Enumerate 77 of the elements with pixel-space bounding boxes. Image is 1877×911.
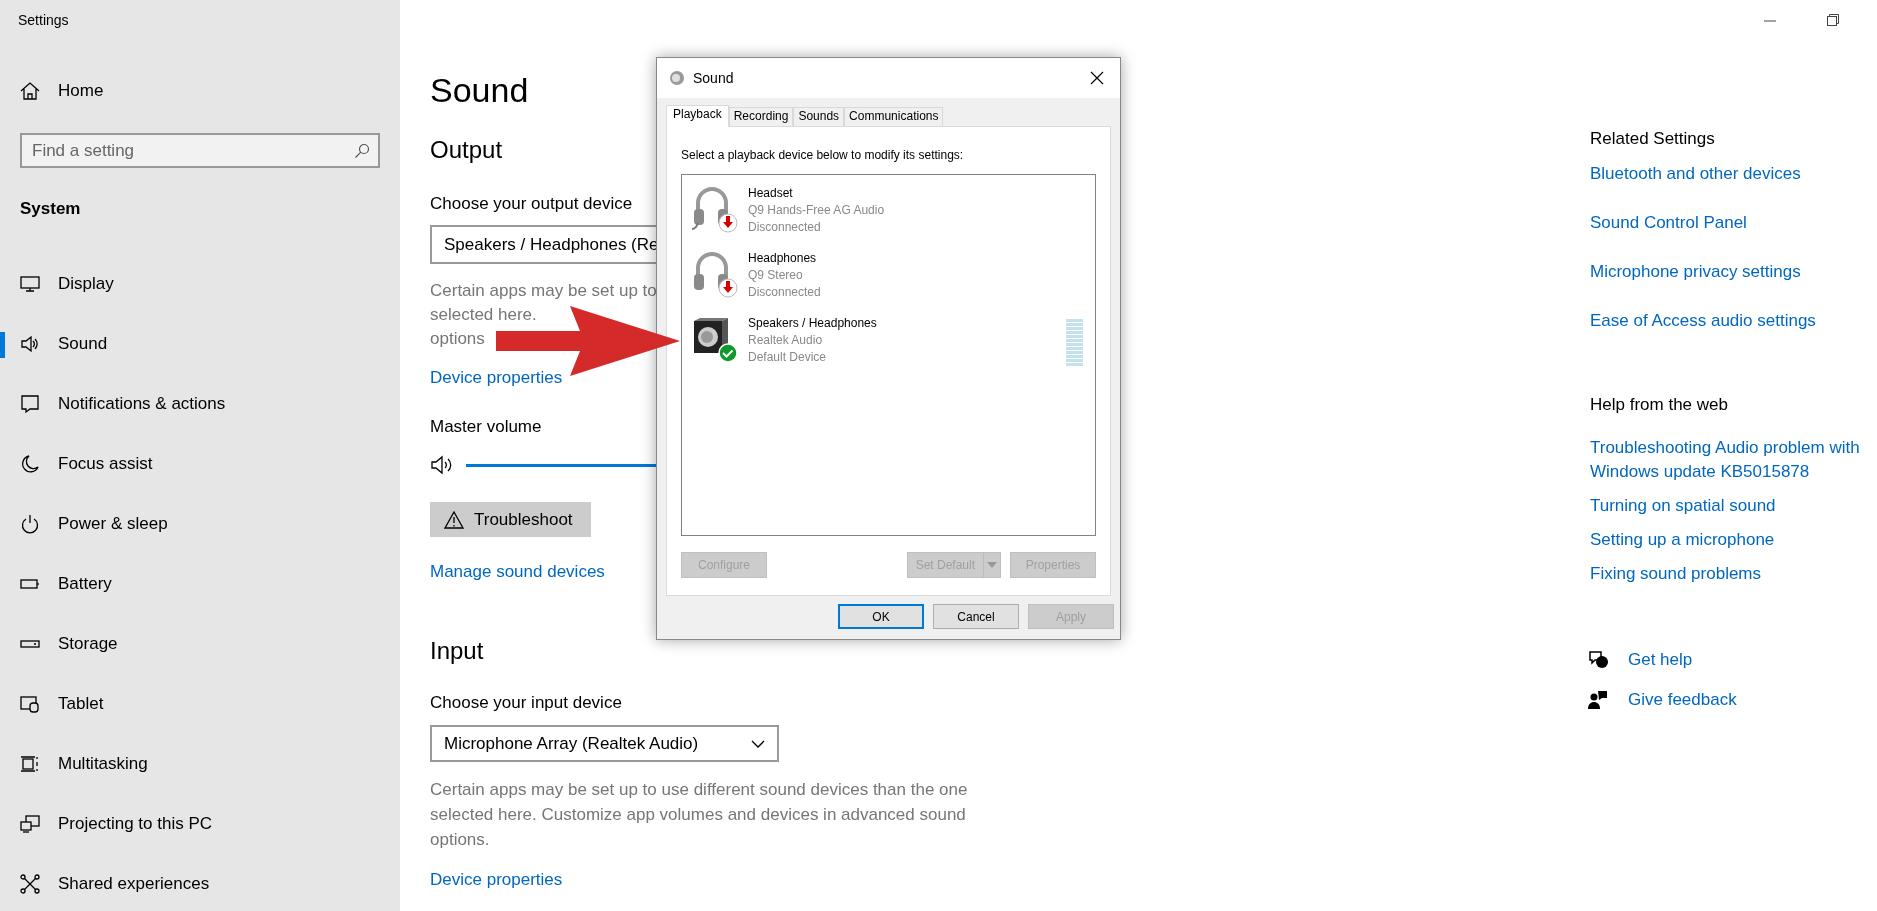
dialog-tab[interactable]: Communications <box>844 107 944 126</box>
page-title: Sound <box>430 70 529 111</box>
search-icon <box>354 143 370 159</box>
support-link[interactable]: Get help <box>1628 648 1693 672</box>
nav-item[interactable]: Shared experiences <box>0 853 400 911</box>
manage-devices-link[interactable]: Manage sound devices <box>430 560 605 584</box>
chevron-down-icon <box>751 739 765 748</box>
instruction-text: Select a playback device below to modify its settings: <box>681 147 964 163</box>
nav-item[interactable]: Display <box>0 253 400 314</box>
app-title: Settings <box>18 11 69 30</box>
help-link[interactable]: Turning on spatial sound <box>1590 494 1776 518</box>
help-link[interactable]: Fixing sound problems <box>1590 562 1762 586</box>
display-icon <box>20 273 40 294</box>
device-list[interactable]: Headset Q9 Hands-Free AG Audio Disconnected Headphones Q9 Stereo Disconnected Speakers / Headphones Realtek Audio Default Device <box>681 174 1096 536</box>
input-device-dropdown[interactable]: Microphone Array (Realtek Audio) <box>430 725 779 762</box>
nav-item[interactable]: Tablet <box>0 673 400 734</box>
notification-icon <box>20 393 40 414</box>
network-icon <box>20 873 40 894</box>
projector-icon <box>20 813 40 834</box>
device-item[interactable]: Speakers / Headphones Realtek Audio Default Device <box>682 315 1095 380</box>
home-icon <box>20 81 40 101</box>
warning-icon <box>444 510 464 529</box>
search-field[interactable]: Find a setting <box>20 133 380 168</box>
section-heading: System <box>20 198 81 220</box>
device-properties-link[interactable]: Device properties <box>430 868 563 892</box>
field-label: Choose your output device <box>430 193 633 215</box>
related-link[interactable]: Microphone privacy settings <box>1590 260 1801 284</box>
dialog-tab[interactable]: Recording <box>728 107 794 126</box>
feedback-icon <box>1588 690 1608 710</box>
moon-icon <box>20 453 40 474</box>
related-link[interactable]: Bluetooth and other devices <box>1590 162 1801 186</box>
field-label: Choose your input device <box>430 692 622 714</box>
tablet-icon <box>20 693 40 714</box>
description-text: selected here. <box>430 304 537 326</box>
nav-item[interactable]: Notifications & actions <box>0 373 400 434</box>
device-status: Default Device <box>748 349 827 366</box>
nav-item[interactable]: Sound <box>0 313 400 374</box>
nav-item[interactable]: Power & sleep <box>0 493 400 554</box>
level-meter <box>1066 319 1083 366</box>
restore-icon[interactable] <box>1827 14 1839 26</box>
multitasking-icon <box>20 753 40 774</box>
description-text: options <box>430 328 485 350</box>
device-detail: Q9 Hands-Free AG Audio <box>748 202 885 219</box>
help-link[interactable]: Troubleshooting Audio problem with Windows update KB5015878 <box>1590 436 1860 484</box>
troubleshoot-button[interactable]: Troubleshoot <box>430 502 591 537</box>
related-link[interactable]: Ease of Access audio settings <box>1590 309 1816 333</box>
device-detail: Realtek Audio <box>748 332 823 349</box>
related-link[interactable]: Sound Control Panel <box>1590 211 1747 235</box>
nav-item[interactable]: Projecting to this PC <box>0 793 400 854</box>
dialog-tab[interactable]: Sounds <box>793 107 845 126</box>
section-heading: Help from the web <box>1590 394 1728 416</box>
dialog-button[interactable]: OK <box>838 604 924 629</box>
dialog-tab[interactable]: Playback <box>666 105 729 127</box>
device-name: Speakers / Headphones <box>748 315 877 332</box>
field-label: Master volume <box>430 416 542 438</box>
nav-item[interactable]: Storage <box>0 613 400 674</box>
section-heading: Output <box>430 135 503 165</box>
nav-item[interactable]: Battery <box>0 553 400 614</box>
power-icon <box>20 513 40 534</box>
home-nav-item[interactable]: Home <box>0 63 400 119</box>
caret-icon <box>984 561 1000 569</box>
section-heading: Related Settings <box>1590 128 1715 150</box>
help-chat-icon <box>1588 650 1608 670</box>
dialog-button[interactable]: Cancel <box>933 604 1019 629</box>
help-link[interactable]: Setting up a microphone <box>1590 528 1775 552</box>
device-name: Headset <box>748 185 793 202</box>
close-icon <box>1090 71 1104 85</box>
description-text: Certain apps may be set up to use different sound devices than the one selected here. Customize app volumes and devices in advanced sound options. <box>430 779 968 851</box>
support-link[interactable]: Give feedback <box>1628 688 1737 712</box>
dialog-title: Sound <box>693 68 735 88</box>
device-properties-link[interactable]: Device properties <box>430 366 563 390</box>
section-heading: Input <box>430 636 484 666</box>
device-status: Disconnected <box>748 284 821 301</box>
description-text: Certain apps may be set up to <box>430 280 657 302</box>
nav-item[interactable]: Focus assist <box>0 433 400 494</box>
device-detail: Q9 Stereo <box>748 267 803 284</box>
nav-item[interactable]: Multitasking <box>0 733 400 794</box>
